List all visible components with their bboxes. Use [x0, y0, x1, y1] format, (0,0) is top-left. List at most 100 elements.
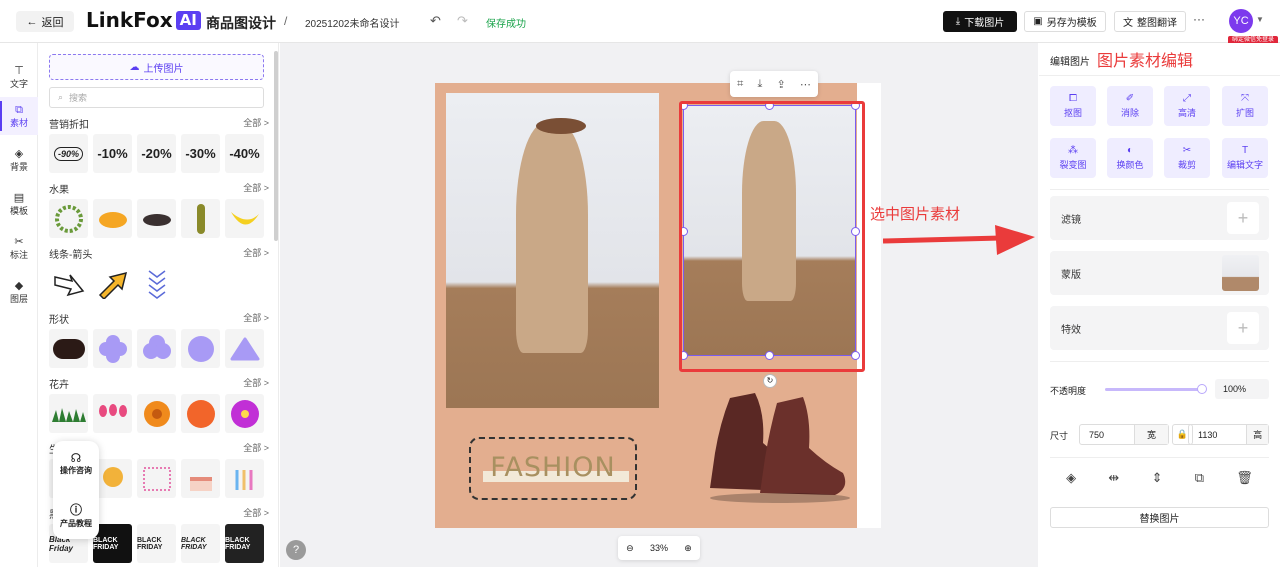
- asset-thumb[interactable]: BLACK FRIDAY: [181, 524, 220, 563]
- mask-thumbnail[interactable]: [1222, 255, 1259, 291]
- more-button[interactable]: ···: [1193, 12, 1205, 26]
- expand-button[interactable]: ⤧ 扩图: [1222, 86, 1268, 126]
- fashion-text-box[interactable]: FASHION: [469, 437, 637, 500]
- asset-thumb[interactable]: [137, 199, 176, 238]
- height-field[interactable]: 1130 高: [1188, 424, 1269, 445]
- asset-thumb[interactable]: [93, 394, 132, 433]
- asset-thumb[interactable]: BLACK FRIDAY: [225, 524, 264, 563]
- variation-button[interactable]: ⁂ 裂变图: [1050, 138, 1096, 178]
- model-photo-left[interactable]: [446, 93, 659, 408]
- asset-thumb[interactable]: [49, 264, 88, 303]
- duplicate-icon[interactable]: ⧉: [1195, 470, 1204, 486]
- redo-icon[interactable]: ↷: [457, 13, 468, 29]
- trash-icon[interactable]: 🗑: [1236, 470, 1253, 486]
- asset-thumb[interactable]: [49, 329, 88, 368]
- avatar[interactable]: YC: [1229, 9, 1253, 33]
- asset-thumb[interactable]: [181, 394, 220, 433]
- asset-thumb[interactable]: -40%: [225, 134, 264, 173]
- save-status: 保存成功: [486, 19, 526, 30]
- see-all-link[interactable]: 全部 >: [243, 181, 269, 195]
- see-all-link[interactable]: 全部 >: [243, 441, 269, 455]
- zoom-out-icon[interactable]: ⊖: [626, 543, 634, 554]
- chevron-down-icon[interactable]: ▼: [1256, 15, 1264, 24]
- help-icon[interactable]: ?: [286, 540, 306, 560]
- tutorial-button[interactable]: ⓘ 产品教程: [53, 501, 99, 529]
- plus-icon[interactable]: +: [1227, 202, 1259, 234]
- asset-thumb[interactable]: [93, 329, 132, 368]
- width-field[interactable]: 750 宽: [1079, 424, 1169, 445]
- asset-thumb[interactable]: [93, 264, 132, 303]
- plus-icon[interactable]: +: [1227, 312, 1259, 344]
- consult-button[interactable]: ☊ 操作咨询: [53, 451, 99, 476]
- artboard[interactable]: ⌗ ⤓ ⇪ ⋯ ↻ FASHION: [435, 71, 881, 528]
- asset-thumb[interactable]: [93, 199, 132, 238]
- rail-item-assets[interactable]: ⧉ 素材: [0, 97, 38, 135]
- edit-text-button[interactable]: T 编辑文字: [1222, 138, 1268, 178]
- eraser-icon: ✐: [1125, 93, 1135, 104]
- asset-thumb[interactable]: [49, 199, 88, 238]
- asset-thumb[interactable]: [137, 329, 176, 368]
- rail-item-template[interactable]: ▤ 模板: [0, 185, 38, 223]
- asset-thumb[interactable]: -10%: [93, 134, 132, 173]
- download-button[interactable]: ⤓ 下载图片: [943, 11, 1017, 32]
- replace-image-button[interactable]: 替换图片: [1050, 507, 1269, 528]
- document-name[interactable]: 20251202未命名设计: [305, 15, 400, 30]
- asset-thumb[interactable]: [225, 199, 264, 238]
- search-input[interactable]: ⌕ 搜索: [49, 87, 264, 108]
- filter-row[interactable]: 滤镜 +: [1050, 196, 1269, 240]
- asset-thumb[interactable]: [181, 199, 220, 238]
- undo-icon[interactable]: ↶: [430, 13, 441, 29]
- asset-thumb[interactable]: [137, 394, 176, 433]
- more-icon[interactable]: ⋯: [800, 78, 811, 91]
- mask-row[interactable]: 蒙版: [1050, 251, 1269, 295]
- asset-thumb[interactable]: -30%: [181, 134, 220, 173]
- asset-thumb[interactable]: -20%: [137, 134, 176, 173]
- category-shapes: 形状 全部 >: [49, 311, 269, 368]
- hd-button[interactable]: ⤢ 高清: [1164, 86, 1210, 126]
- asset-thumb[interactable]: [137, 264, 176, 303]
- share-icon[interactable]: ⇪: [777, 78, 786, 91]
- scissors-icon: ✂: [1182, 145, 1192, 156]
- opacity-slider-knob[interactable]: [1197, 384, 1207, 394]
- effect-row[interactable]: 特效 +: [1050, 306, 1269, 350]
- see-all-link[interactable]: 全部 >: [243, 376, 269, 390]
- ai-select-icon[interactable]: ⌗: [737, 78, 743, 91]
- asset-thumb[interactable]: [225, 394, 264, 433]
- asset-thumb[interactable]: [181, 459, 220, 498]
- fashion-text[interactable]: FASHION: [471, 452, 635, 483]
- panel-scrollbar[interactable]: [274, 51, 278, 241]
- asset-thumb[interactable]: [225, 459, 264, 498]
- see-all-link[interactable]: 全部 >: [243, 246, 269, 260]
- see-all-link[interactable]: 全部 >: [243, 506, 269, 520]
- asset-thumb[interactable]: BLACK FRIDAY: [137, 524, 176, 563]
- opacity-input[interactable]: 100%: [1215, 379, 1269, 399]
- layers-icon[interactable]: ◈: [1066, 470, 1076, 486]
- back-button[interactable]: ← 返回: [16, 11, 74, 32]
- tab-edit-image[interactable]: 编辑图片: [1050, 53, 1090, 68]
- rail-item-layers[interactable]: ◆ 图层: [0, 273, 38, 311]
- flip-vertical-icon[interactable]: ⇕: [1152, 470, 1163, 486]
- boots-image[interactable]: [685, 383, 865, 508]
- asset-thumb[interactable]: [225, 329, 264, 368]
- asset-thumb[interactable]: [49, 394, 88, 433]
- crop-button[interactable]: ✂ 裁剪: [1164, 138, 1210, 178]
- save-template-button[interactable]: ▣ 另存为模板: [1024, 11, 1106, 32]
- zoom-in-icon[interactable]: ⊕: [684, 543, 692, 554]
- erase-button[interactable]: ✐ 消除: [1107, 86, 1153, 126]
- cutout-button[interactable]: ⧠ 抠图: [1050, 86, 1096, 126]
- rail-item-background[interactable]: ◈ 背景: [0, 141, 38, 179]
- rail-item-text[interactable]: ⊤ 文字: [0, 58, 38, 96]
- opacity-slider[interactable]: [1105, 388, 1202, 391]
- upload-image-button[interactable]: ☁ 上传图片: [49, 54, 264, 80]
- recolor-button[interactable]: ◐ 换颜色: [1107, 138, 1153, 178]
- rail-item-annotation[interactable]: ✂ 标注: [0, 229, 38, 267]
- asset-thumb[interactable]: -90%: [49, 134, 88, 173]
- asset-thumb[interactable]: [181, 329, 220, 368]
- flip-horizontal-icon[interactable]: ⇹: [1108, 470, 1119, 486]
- translate-button[interactable]: 文 整图翻译: [1114, 11, 1186, 32]
- download-icon[interactable]: ⤓: [757, 78, 762, 91]
- arrow-left-icon: ←: [26, 15, 38, 28]
- see-all-link[interactable]: 全部 >: [243, 311, 269, 325]
- asset-thumb[interactable]: [137, 459, 176, 498]
- see-all-link[interactable]: 全部 >: [243, 116, 269, 130]
